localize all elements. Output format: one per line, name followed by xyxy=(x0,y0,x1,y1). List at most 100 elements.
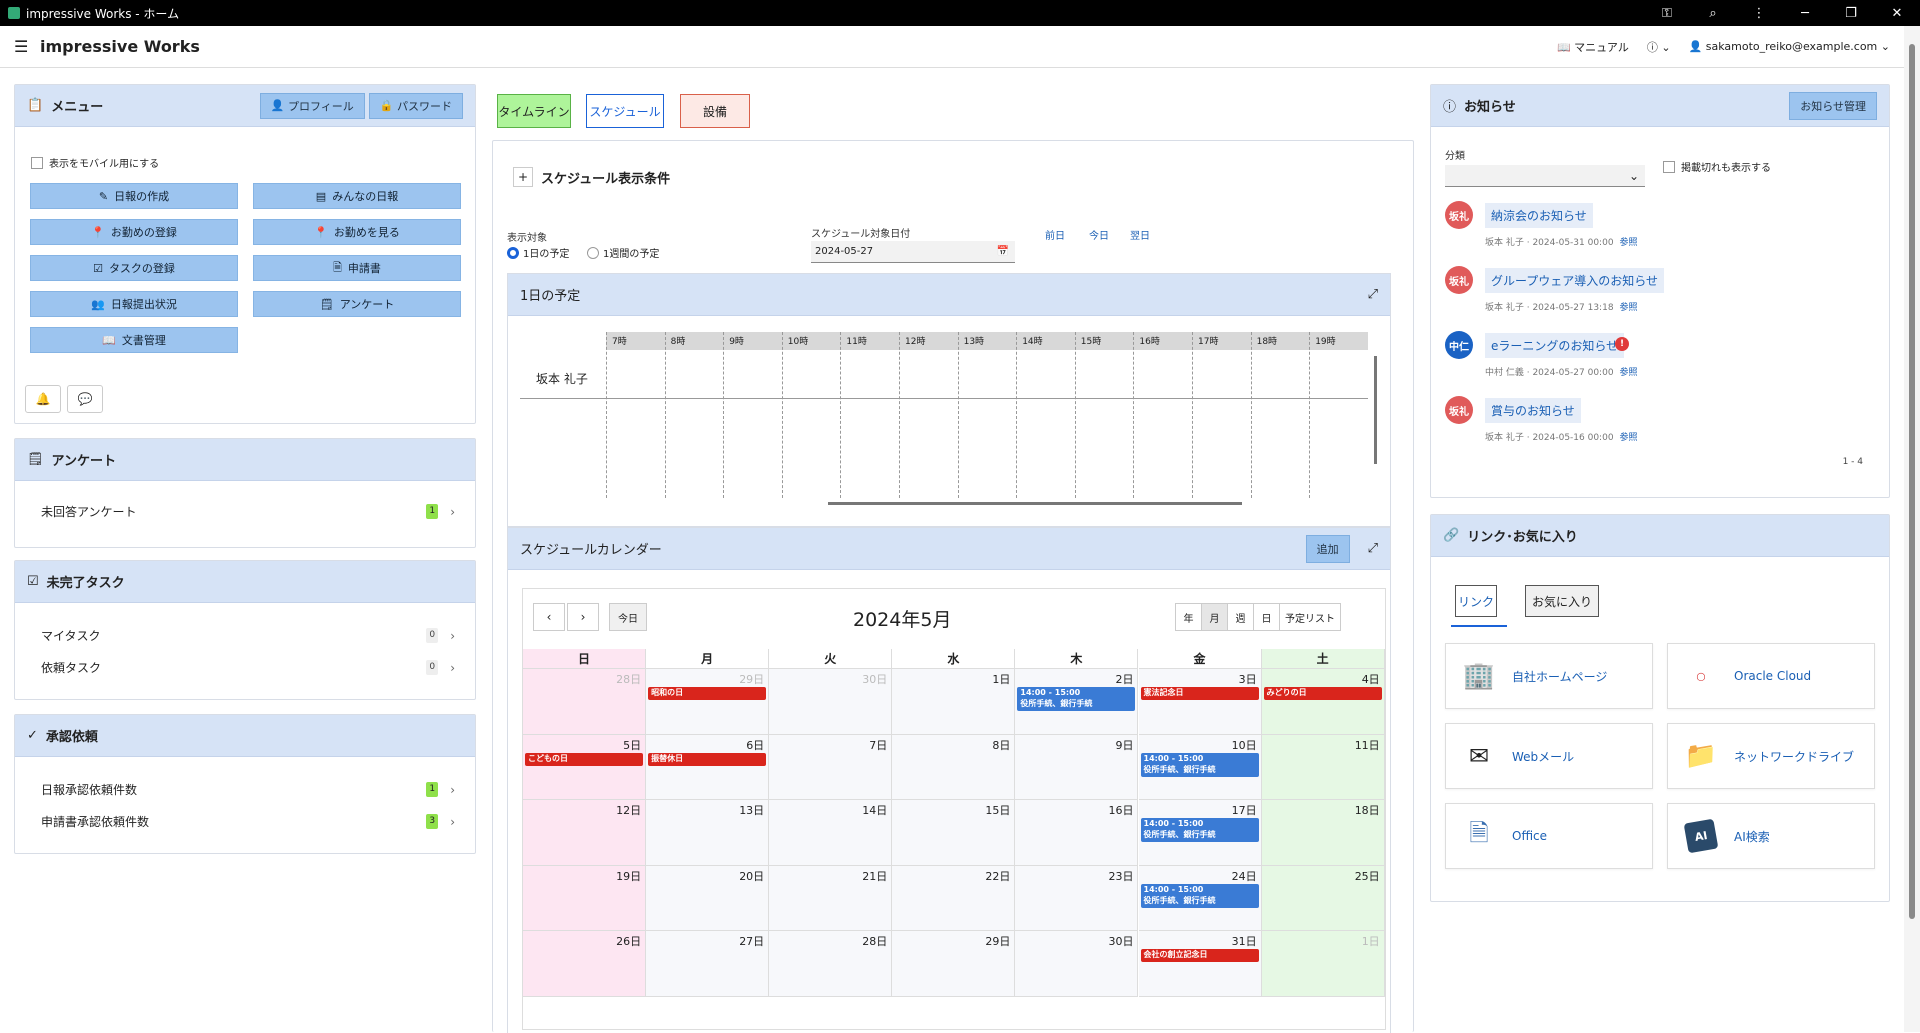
calendar-day-cell[interactable]: 15日 xyxy=(892,800,1016,866)
calendar-event-holiday[interactable]: みどりの日 xyxy=(1263,687,1382,700)
calendar-day-cell[interactable]: 14日 xyxy=(769,800,893,866)
calendar-day-cell[interactable]: 23日 xyxy=(1015,865,1139,931)
expand-icon[interactable]: ⤢ xyxy=(1368,287,1378,302)
add-event-button[interactable]: 追加 xyxy=(1305,534,1350,563)
calendar-event-holiday[interactable]: こどもの日 xyxy=(525,752,644,766)
calendar-day-cell[interactable]: 8日 xyxy=(892,734,1016,800)
reference-link[interactable]: 参照 xyxy=(1620,238,1638,248)
today-link[interactable]: 今日 xyxy=(1089,227,1109,242)
calendar-day-cell[interactable]: 20日 xyxy=(646,865,770,931)
link-card-oracle[interactable]: ◯ Oracle Cloud xyxy=(1667,643,1875,709)
calendar-day-cell[interactable]: 24日 14:00 - 15:00 役所手続、銀行手続 xyxy=(1138,865,1262,931)
password-button[interactable]: 🔒 パスワード xyxy=(368,92,463,119)
list-item-my-task[interactable]: マイタスク 0 › xyxy=(41,627,455,644)
radio-day-circle[interactable] xyxy=(507,246,519,259)
chat-button[interactable]: 💬 xyxy=(67,385,103,413)
maximize-button[interactable]: ❐ xyxy=(1828,0,1874,26)
page-scrollbar[interactable] xyxy=(1904,26,1920,1032)
calendar-day-cell[interactable]: 19日 xyxy=(523,865,647,931)
more-vertical-icon[interactable]: ⋮ xyxy=(1736,0,1782,26)
calendar-day-cell[interactable]: 17日 14:00 - 15:00 役所手続、銀行手続 xyxy=(1138,800,1262,866)
zoom-icon[interactable]: ⌕ xyxy=(1690,0,1736,26)
calendar-day-cell[interactable]: 26日 xyxy=(523,931,647,997)
reference-link[interactable]: 参照 xyxy=(1620,368,1638,378)
link-card-ai-search[interactable]: AI AI検索 xyxy=(1667,803,1875,869)
calendar-day-cell[interactable]: 6日 振替休日 xyxy=(646,734,770,800)
view-month[interactable]: 月 xyxy=(1202,604,1228,630)
help-menu[interactable]: ⓘ ⌄ xyxy=(1647,39,1671,55)
link-card-webmail[interactable]: ✉ Webメール xyxy=(1445,723,1653,789)
list-item[interactable]: 中仁 eラーニングのお知らせ ! 中村 仁義 · 2024-05-27 00:0… xyxy=(1445,331,1805,387)
checkbox-box[interactable] xyxy=(31,156,43,169)
calendar-day-cell[interactable]: 30日 xyxy=(769,669,893,735)
tab-favorites[interactable]: お気に入り xyxy=(1525,585,1599,617)
calendar-day-cell[interactable]: 18日 xyxy=(1261,800,1385,866)
list-item[interactable]: 坂礼 納涼会のお知らせ 坂本 礼子 · 2024-05-31 00:00 参照 xyxy=(1445,201,1805,257)
calendar-icon[interactable]: 📅 xyxy=(997,246,1009,257)
link-card-homepage[interactable]: 🏢 自社ホームページ xyxy=(1445,643,1653,709)
calendar-day-cell[interactable]: 10日 14:00 - 15:00 役所手続、銀行手続 xyxy=(1138,734,1262,800)
calendar-event-holiday[interactable]: 昭和の日 xyxy=(648,687,767,700)
menu-item-everyone-reports[interactable]: ▤ みんなの日報 xyxy=(253,183,461,209)
tab-timeline[interactable]: タイムライン xyxy=(497,94,571,128)
link-card-office[interactable]: 🗎 Office xyxy=(1445,803,1653,869)
calendar-event-holiday[interactable]: 憲法記念日 xyxy=(1140,687,1259,700)
calendar-event-holiday[interactable]: 振替休日 xyxy=(648,752,767,766)
hamburger-menu-icon[interactable]: ☰ xyxy=(14,37,30,56)
radio-week-circle[interactable] xyxy=(587,246,599,259)
profile-button[interactable]: 👤 プロフィール xyxy=(259,92,365,119)
calendar-day-cell[interactable]: 12日 xyxy=(523,800,647,866)
calendar-day-cell[interactable]: 1日 xyxy=(1261,931,1385,997)
list-item-unanswered-survey[interactable]: 未回答アンケート 1 › xyxy=(41,503,455,520)
tab-link[interactable]: リンク xyxy=(1455,585,1497,617)
calendar-day-cell[interactable]: 30日 xyxy=(1015,931,1139,997)
calendar-day-cell[interactable]: 16日 xyxy=(1015,800,1139,866)
mobile-view-checkbox[interactable]: 表示をモバイル用にする xyxy=(31,155,159,170)
calendar-day-cell[interactable]: 11日 xyxy=(1261,734,1385,800)
menu-item-attendance-register[interactable]: 📍 お勤めの登録 xyxy=(30,219,238,245)
calendar-day-cell[interactable]: 21日 xyxy=(769,865,893,931)
list-item-application-approval[interactable]: 申請書承認依頼件数 3 › xyxy=(41,813,455,830)
user-menu[interactable]: 👤 sakamoto_reiko@example.com ⌄ xyxy=(1689,40,1890,53)
reference-link[interactable]: 参照 xyxy=(1620,303,1638,313)
next-day-link[interactable]: 翌日 xyxy=(1130,227,1150,242)
minimize-button[interactable]: ─ xyxy=(1782,0,1828,26)
list-item[interactable]: 坂礼 賞与のお知らせ 坂本 礼子 · 2024-05-16 00:00 参照 xyxy=(1445,396,1805,452)
menu-item-survey[interactable]: 🗒 アンケート xyxy=(253,291,461,317)
calendar-day-cell[interactable]: 1日 xyxy=(892,669,1016,735)
manual-link[interactable]: 📖 マニュアル xyxy=(1557,39,1629,55)
view-year[interactable]: 年 xyxy=(1176,604,1202,630)
next-month-button[interactable]: › xyxy=(567,603,599,631)
calendar-day-cell[interactable]: 3日 憲法記念日 xyxy=(1138,669,1262,735)
calendar-event-holiday[interactable]: 会社の創立記念日 xyxy=(1140,949,1259,962)
day-vertical-scrollbar[interactable] xyxy=(1374,356,1377,464)
calendar-day-cell[interactable]: 31日 会社の創立記念日 xyxy=(1138,931,1262,997)
tab-schedule[interactable]: スケジュール xyxy=(586,94,664,128)
calendar-event-bank[interactable]: 14:00 - 15:00 役所手続、銀行手続 xyxy=(1140,752,1259,777)
notice-title[interactable]: 納涼会のお知らせ xyxy=(1485,203,1593,228)
list-item-requested-task[interactable]: 依頼タスク 0 › xyxy=(41,659,455,676)
calendar-day-cell[interactable]: 22日 xyxy=(892,865,1016,931)
notice-manage-button[interactable]: お知らせ管理 xyxy=(1789,91,1877,120)
calendar-day-cell[interactable]: 27日 xyxy=(646,931,770,997)
calendar-day-cell[interactable]: 7日 xyxy=(769,734,893,800)
view-list[interactable]: 予定リスト xyxy=(1280,604,1340,630)
menu-item-task-register[interactable]: ☑ タスクの登録 xyxy=(30,255,238,281)
tab-facility[interactable]: 設備 xyxy=(680,94,750,128)
expand-icon[interactable]: ⤢ xyxy=(1368,541,1378,556)
menu-item-report-status[interactable]: 👥 日報提出状況 xyxy=(30,291,238,317)
calendar-day-cell[interactable]: 13日 xyxy=(646,800,770,866)
menu-item-attendance-view[interactable]: 📍 お勤めを見る xyxy=(253,219,461,245)
reference-link[interactable]: 参照 xyxy=(1620,433,1638,443)
radio-day[interactable]: 1日の予定 xyxy=(507,245,569,260)
radio-week[interactable]: 1週間の予定 xyxy=(587,245,659,260)
calendar-event-bank[interactable]: 14:00 - 15:00 役所手続、銀行手続 xyxy=(1017,687,1136,711)
calendar-day-cell[interactable]: 5日 こどもの日 xyxy=(523,734,647,800)
checkbox-box[interactable] xyxy=(1663,160,1675,173)
calendar-event-bank[interactable]: 14:00 - 15:00 役所手続、銀行手続 xyxy=(1140,883,1259,908)
key-icon[interactable]: ⚿ xyxy=(1644,0,1690,26)
day-horizontal-scrollbar[interactable] xyxy=(828,502,1242,505)
menu-item-application[interactable]: 🗎 申請書 xyxy=(253,255,461,281)
calendar-day-cell[interactable]: 4日 みどりの日 xyxy=(1261,669,1385,735)
calendar-event-bank[interactable]: 14:00 - 15:00 役所手続、銀行手続 xyxy=(1140,818,1259,842)
